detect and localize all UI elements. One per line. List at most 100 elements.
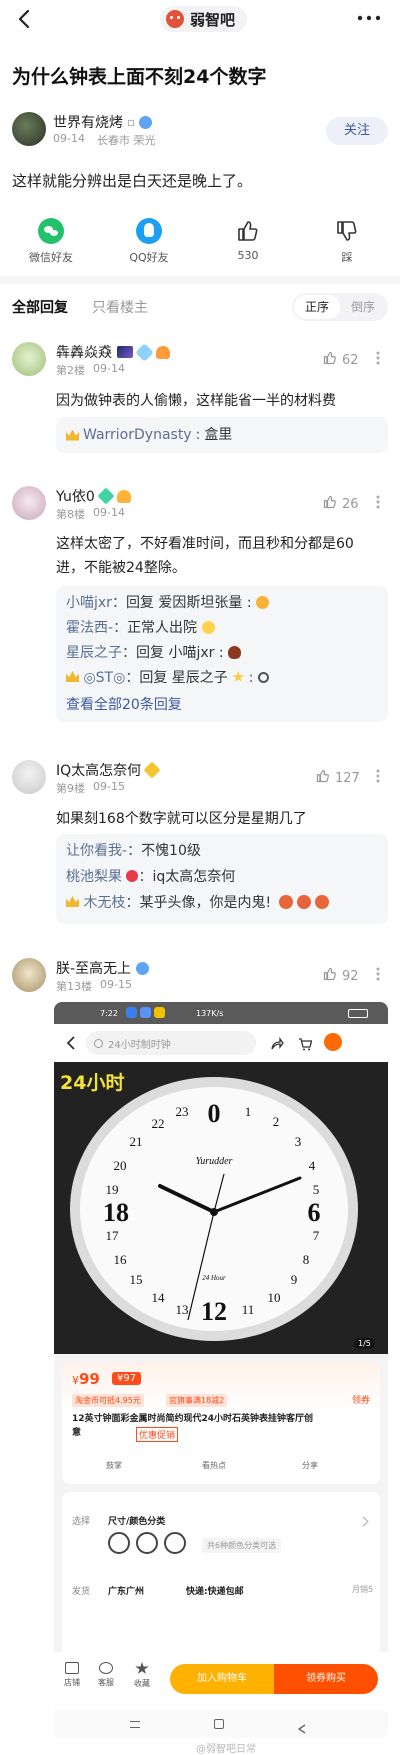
reply-like-button[interactable]: 127 xyxy=(315,768,360,788)
wechat-share-button[interactable]: 微信好友 xyxy=(28,218,74,265)
sub-reply[interactable]: 木无枝：某乎头像，你是内鬼! xyxy=(66,894,378,912)
clap-button[interactable]: 鼓掌 xyxy=(106,1460,122,1471)
avatar[interactable] xyxy=(12,486,46,520)
diamond-badge-icon xyxy=(143,761,161,779)
app-bottom-bar: 店铺 客服 收藏 加入购物车 领券购买 xyxy=(54,1652,388,1710)
nav-menu-icon[interactable] xyxy=(130,1721,140,1728)
diamond-badge-icon xyxy=(135,342,154,362)
nav-back-icon[interactable] xyxy=(297,1719,306,1738)
watermark: @弱智吧日常 xyxy=(196,1744,256,1755)
tab-owner-only[interactable]: 只看楼主 xyxy=(92,297,148,317)
avatar[interactable] xyxy=(12,342,46,376)
service-button[interactable]: 客服 xyxy=(98,1662,114,1688)
spec-label: 选择 xyxy=(72,1517,91,1527)
like-count: 530 xyxy=(237,249,259,262)
reply-author[interactable]: Yu依0 xyxy=(56,486,95,506)
level-badge-icon xyxy=(156,345,170,359)
like-button[interactable]: 530 xyxy=(225,218,271,262)
reply-date: 09-15 xyxy=(93,780,125,793)
sort-asc-button[interactable]: 正序 xyxy=(294,295,340,319)
reply-date: 09-14 xyxy=(93,362,125,375)
monthly-sales: 月销5 xyxy=(352,1585,374,1594)
reply-floor: 第13楼 xyxy=(56,980,92,993)
thumbs-up-icon xyxy=(315,768,331,788)
page-indicator: 1/5 xyxy=(354,1338,375,1349)
chevron-right-icon[interactable] xyxy=(362,1512,370,1531)
share-icon[interactable] xyxy=(270,1036,284,1055)
wechat-icon xyxy=(38,218,64,244)
sub-reply[interactable]: 小喵jxr：回复 爱因斯坦张量 : xyxy=(66,594,378,612)
reply-more-icon[interactable] xyxy=(375,768,381,784)
reply-text: 如果刻168个数字就可以区分是星期几了 xyxy=(56,811,307,827)
reply-like-button[interactable]: 26 xyxy=(322,494,359,514)
more-icon[interactable] xyxy=(356,10,382,26)
reply-more-icon[interactable] xyxy=(375,350,381,366)
hot-button[interactable]: 看热点 xyxy=(202,1460,226,1471)
coupon-price-badge: ¥97 xyxy=(112,1372,142,1385)
reply-like-count: 127 xyxy=(335,770,360,786)
avatar[interactable] xyxy=(12,112,46,146)
sub-reply-box: 小喵jxr：回复 爱因斯坦张量 : 霍法西-：正常人出院 星辰之子：回复 小喵j… xyxy=(56,586,388,722)
spec-value[interactable]: 尺寸/颜色分类 xyxy=(108,1514,165,1527)
avatar[interactable] xyxy=(12,958,46,992)
author-name[interactable]: 世界有烧烤 xyxy=(53,112,123,132)
clock-face: 0 12 18 6 1 2 3 4 5 7 8 9 10 11 13 14 15… xyxy=(70,1077,358,1341)
svg-text:14: 14 xyxy=(152,1290,166,1305)
add-to-cart-button[interactable]: 加入购物车 xyxy=(170,1664,274,1694)
buy-now-button[interactable]: 领券购买 xyxy=(274,1664,378,1694)
cherry-emoji-icon xyxy=(126,870,139,882)
back-icon[interactable] xyxy=(14,8,36,30)
profile-icon[interactable] xyxy=(324,1033,342,1051)
shop-button[interactable]: 店铺 xyxy=(64,1662,80,1688)
view-all-replies-link[interactable]: 查看全部20条回复 xyxy=(66,694,378,714)
reply-more-icon[interactable] xyxy=(375,494,381,510)
nav-home-icon[interactable] xyxy=(214,1719,224,1729)
avatar[interactable] xyxy=(12,760,46,794)
dislike-button[interactable]: 踩 xyxy=(324,218,370,265)
svg-text:8: 8 xyxy=(303,1252,310,1267)
reply-author[interactable]: 犇羴焱猋 xyxy=(56,342,112,362)
sub-reply[interactable]: 星辰之子：回复 小喵jxr : xyxy=(66,644,378,662)
sub-reply[interactable]: 桃池梨果 ：iq太高怎奈何 xyxy=(66,868,378,886)
spec-thumbnails[interactable] xyxy=(108,1532,186,1554)
reply-text-line1: 这样太密了，不好看准时间，而且秒和分都是60 xyxy=(56,536,354,552)
qq-share-button[interactable]: QQ好友 xyxy=(126,218,172,265)
reply-author[interactable]: IQ太高怎奈何 xyxy=(56,760,141,780)
forum-logo-icon xyxy=(166,10,184,28)
embedded-screenshot[interactable]: 7:22 137K/s 24小时制时钟 24小时 0 12 18 6 1 2 3… xyxy=(54,1002,388,1738)
reply-like-button[interactable]: 92 xyxy=(322,966,359,986)
tab-all-replies[interactable]: 全部回复 xyxy=(12,297,68,317)
app-search-input[interactable]: 24小时制时钟 xyxy=(86,1031,256,1055)
sub-reply[interactable]: 让你看我-：不愧10级 xyxy=(66,842,378,860)
svg-text:23: 23 xyxy=(176,1104,189,1119)
share-button[interactable]: 分享 xyxy=(302,1460,318,1471)
crown-icon xyxy=(66,671,79,682)
starry-badge-icon xyxy=(117,346,133,358)
sort-desc-button[interactable]: 倒序 xyxy=(340,295,386,319)
collect-button[interactable]: 收藏 xyxy=(134,1662,150,1689)
shop-icon xyxy=(65,1662,79,1674)
reply-author[interactable]: 朕-至高无上 xyxy=(56,958,131,978)
page-title: 为什么钟表上面不刻24个数字 xyxy=(12,66,267,88)
diamond-badge-icon xyxy=(139,115,153,129)
forum-chip[interactable]: 弱智吧 xyxy=(160,6,248,32)
sub-reply[interactable]: 霍法西-：正常人出院 xyxy=(66,619,378,637)
cart-icon[interactable] xyxy=(298,1036,313,1055)
reply-more-icon[interactable] xyxy=(375,966,381,982)
status-apps xyxy=(126,1007,165,1018)
diamond-badge-icon xyxy=(97,487,115,505)
reply-like-button[interactable]: 62 xyxy=(322,350,359,370)
coupon-link[interactable]: 领券 xyxy=(352,1393,370,1406)
sub-reply[interactable]: WarriorDynasty: 盒里 xyxy=(66,426,378,444)
diamond-badge-icon xyxy=(136,961,150,975)
product-image[interactable]: 24小时 0 12 18 6 1 2 3 4 5 7 8 9 10 11 13 … xyxy=(54,1062,388,1354)
svg-text:16: 16 xyxy=(114,1252,128,1267)
follow-button[interactable]: 关注 xyxy=(326,117,388,145)
status-bar: 7:22 137K/s xyxy=(54,1002,388,1024)
app-back-icon[interactable] xyxy=(66,1035,76,1054)
product-title: 12英寸钟面彩金属时尚简约现代24小时石英钟表挂钟客厅创意 xyxy=(72,1414,314,1438)
sub-reply[interactable]: ◎ST◎：回复 星辰之子 : xyxy=(66,669,378,687)
magnifier-emoji-icon xyxy=(257,672,269,683)
svg-text:17: 17 xyxy=(106,1228,120,1243)
promo-tag[interactable]: 优惠促销 xyxy=(136,1427,179,1442)
